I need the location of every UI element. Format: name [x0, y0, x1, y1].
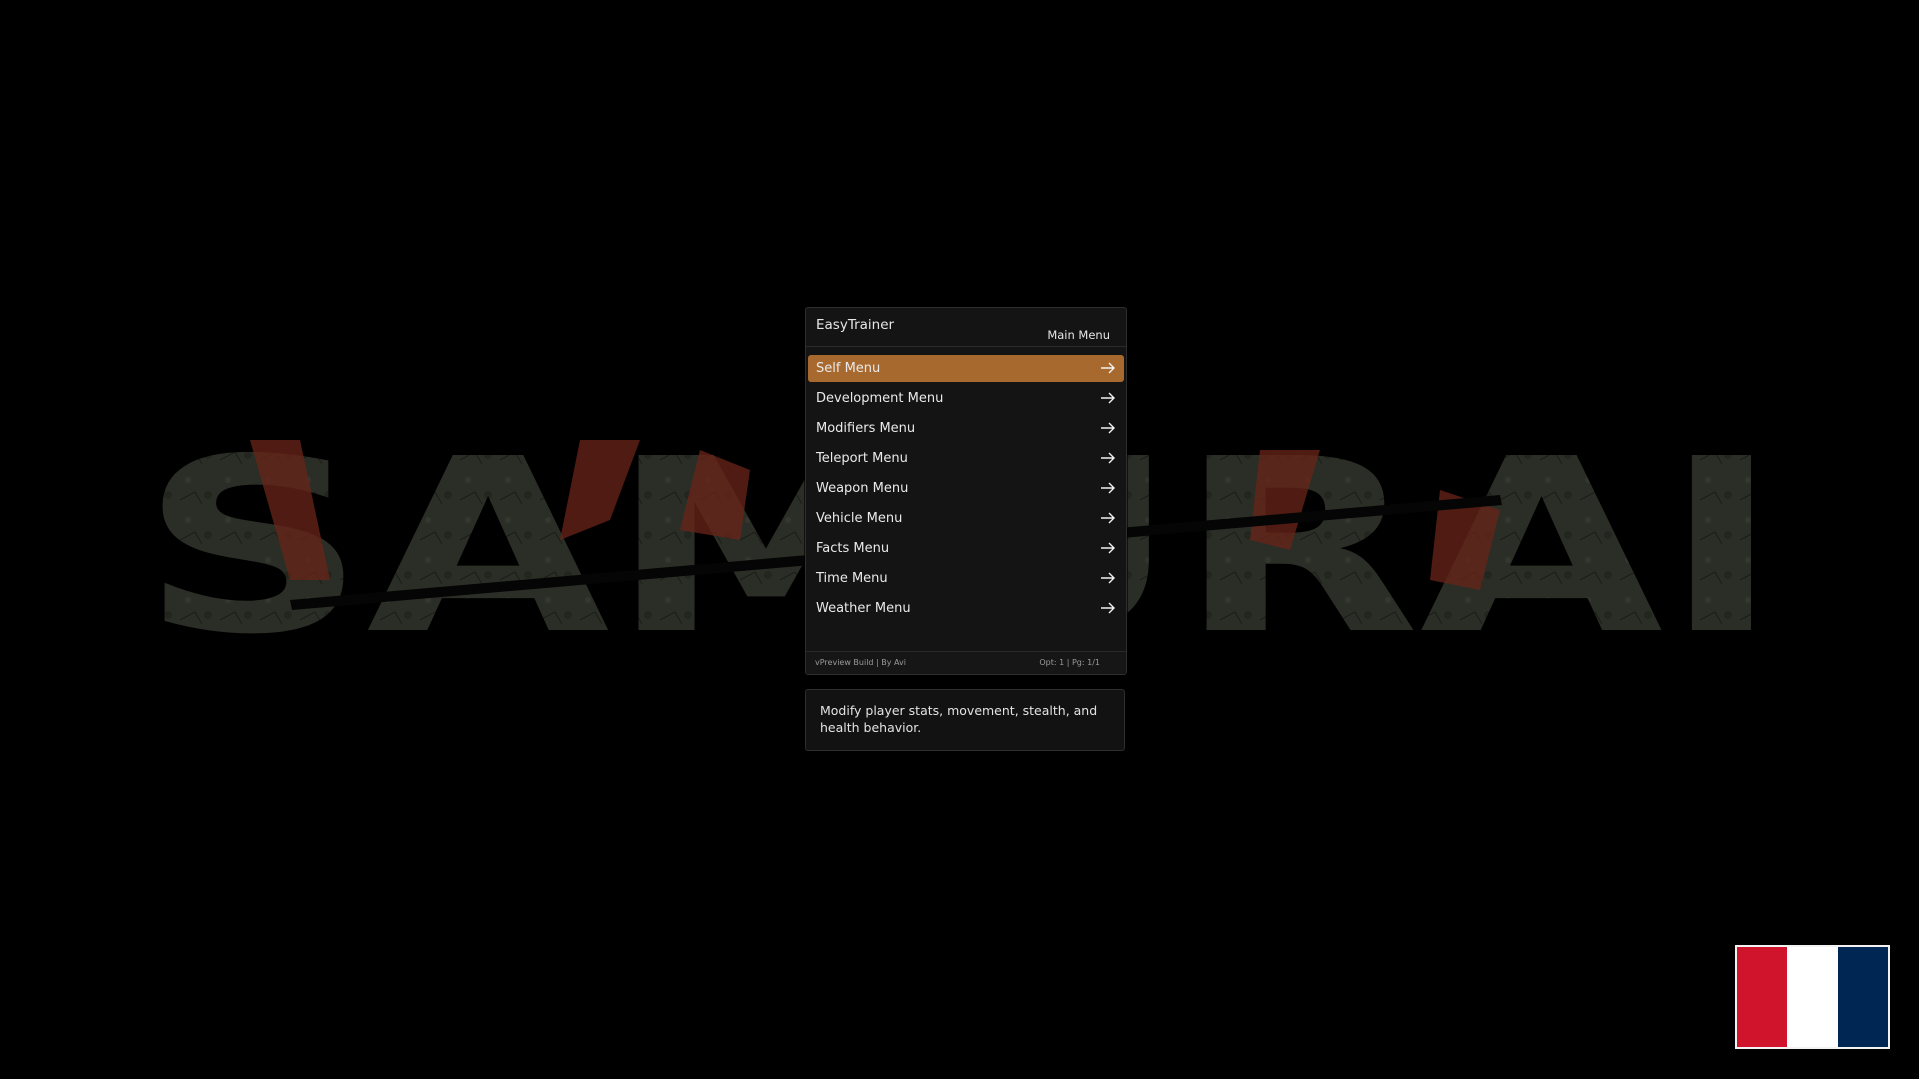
- arrow-right-icon: [1101, 602, 1115, 614]
- trainer-menu: EasyTrainer Main Menu Self Menu Developm…: [805, 307, 1127, 675]
- menu-item-label: Weapon Menu: [816, 481, 909, 496]
- arrow-right-icon: [1101, 422, 1115, 434]
- menu-item-label: Development Menu: [816, 391, 944, 406]
- menu-item-teleport[interactable]: Teleport Menu: [808, 445, 1124, 472]
- menu-item-label: Facts Menu: [816, 541, 890, 556]
- arrow-right-icon: [1101, 362, 1115, 374]
- arrow-right-icon: [1101, 572, 1115, 584]
- build-info: vPreview Build | By Avi: [815, 658, 907, 667]
- menu-item-label: Time Menu: [816, 571, 888, 586]
- arrow-right-icon: [1101, 452, 1115, 464]
- arrow-right-icon: [1101, 392, 1115, 404]
- menu-item-weather[interactable]: Weather Menu: [808, 595, 1124, 622]
- menu-item-weapon[interactable]: Weapon Menu: [808, 475, 1124, 502]
- description-box: Modify player stats, movement, stealth, …: [805, 689, 1125, 751]
- french-flag-icon[interactable]: [1735, 945, 1890, 1049]
- menu-item-label: Weather Menu: [816, 601, 911, 616]
- menu-header: EasyTrainer Main Menu: [806, 308, 1126, 347]
- menu-footer: vPreview Build | By Avi Opt: 1 | Pg: 1/1: [806, 651, 1126, 674]
- menu-title: EasyTrainer: [816, 317, 895, 333]
- menu-item-label: Vehicle Menu: [816, 511, 903, 526]
- menu-item-label: Modifiers Menu: [816, 421, 916, 436]
- menu-item-modifiers[interactable]: Modifiers Menu: [808, 415, 1124, 442]
- menu-item-list: Self Menu Development Menu Modifiers Men…: [808, 355, 1124, 625]
- arrow-right-icon: [1101, 512, 1115, 524]
- game-screen: SAMURAI EasyTrainer Main Menu Self Menu: [0, 0, 1919, 1079]
- menu-item-label: Self Menu: [816, 361, 881, 376]
- menu-item-development[interactable]: Development Menu: [808, 385, 1124, 412]
- menu-item-self[interactable]: Self Menu: [808, 355, 1124, 382]
- arrow-right-icon: [1101, 542, 1115, 554]
- flag-band-white: [1787, 947, 1838, 1047]
- menu-item-time[interactable]: Time Menu: [808, 565, 1124, 592]
- page-indicator: Opt: 1 | Pg: 1/1: [1039, 658, 1100, 667]
- arrow-right-icon: [1101, 482, 1115, 494]
- menu-subtitle: Main Menu: [1047, 328, 1110, 342]
- flag-band-blue: [1837, 947, 1888, 1047]
- flag-band-red: [1737, 947, 1788, 1047]
- menu-item-facts[interactable]: Facts Menu: [808, 535, 1124, 562]
- description-text: Modify player stats, movement, stealth, …: [820, 703, 1098, 735]
- menu-item-vehicle[interactable]: Vehicle Menu: [808, 505, 1124, 532]
- menu-item-label: Teleport Menu: [816, 451, 908, 466]
